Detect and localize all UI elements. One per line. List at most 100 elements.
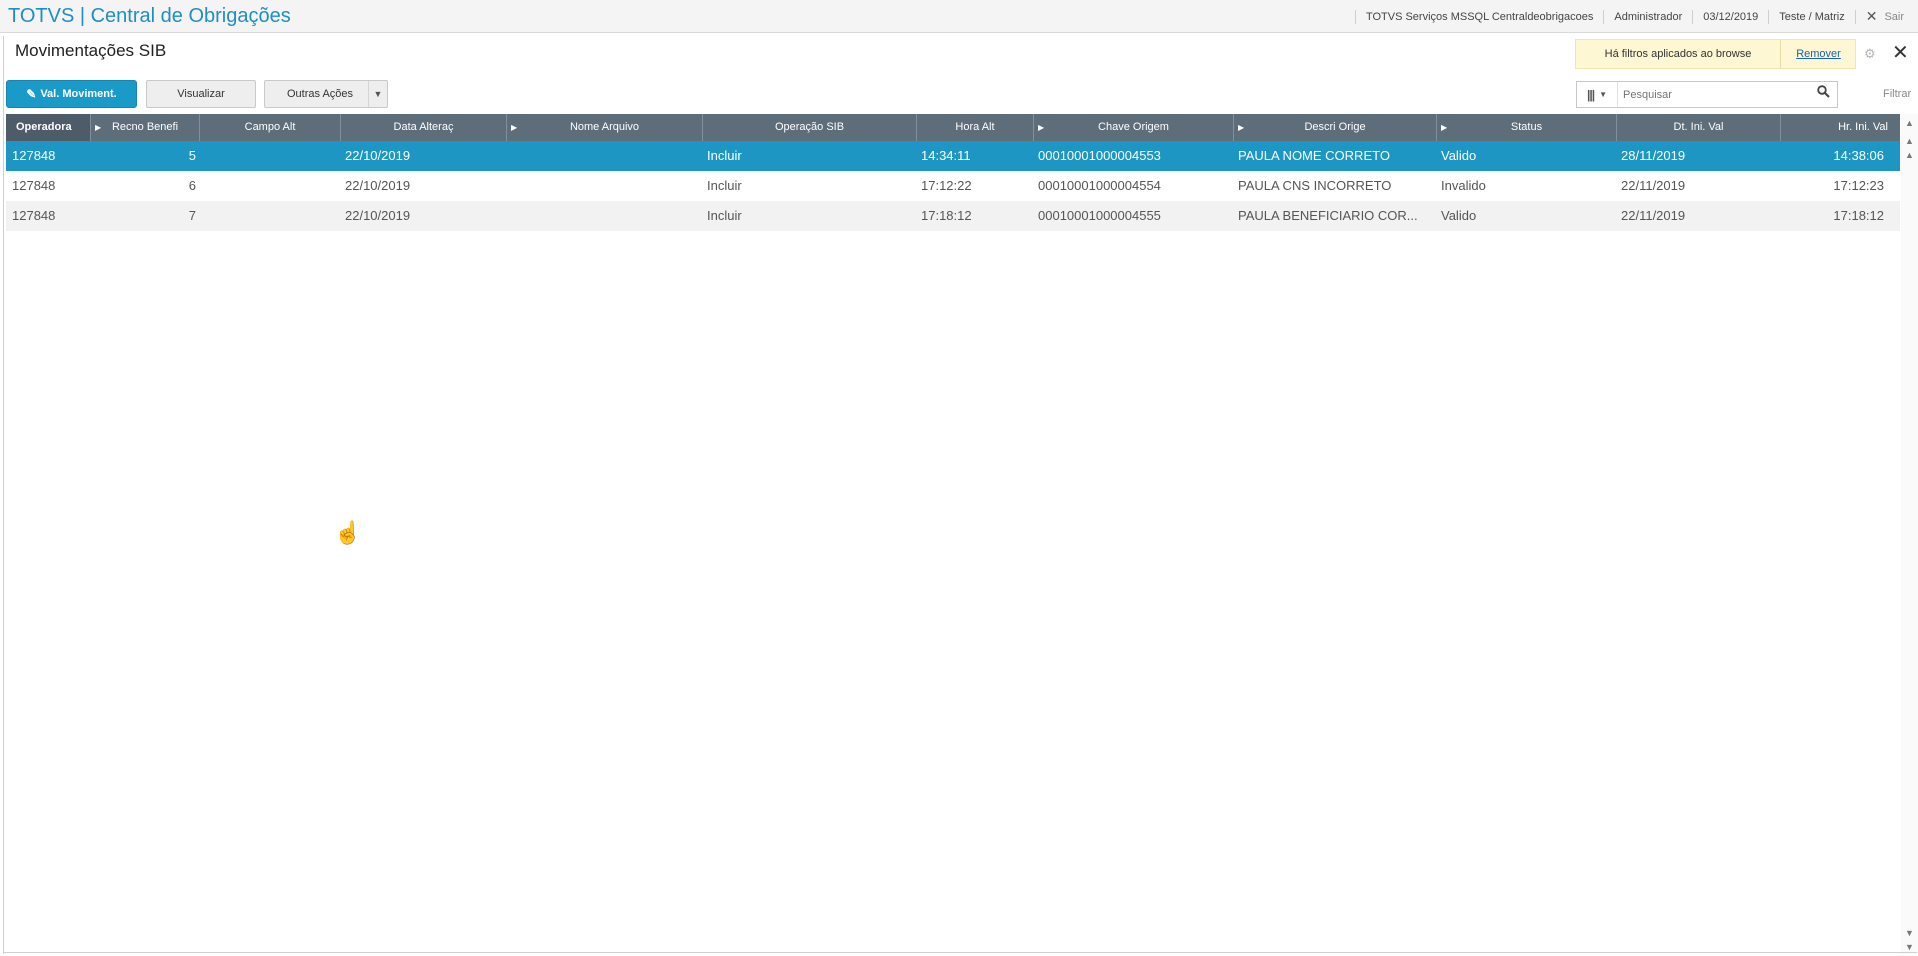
- cell-status: Valido: [1441, 148, 1477, 163]
- view-button[interactable]: Visualizar: [146, 80, 256, 108]
- cell-recno-benefi: 5: [188, 148, 196, 163]
- chevron-down-icon[interactable]: ▼: [368, 81, 387, 107]
- cell-operadora: 127848: [12, 178, 56, 193]
- cell-descri-orige: PAULA CNS INCORRETO: [1238, 178, 1392, 193]
- cell-hr-ini-val: 17:18:12: [1833, 208, 1884, 223]
- chevron-down-icon: ▼: [1599, 90, 1607, 99]
- table-row[interactable]: 127848 7 22/10/2019 Incluir 17:18:12 000…: [6, 201, 1900, 231]
- cell-operacao-sib: Incluir: [707, 208, 742, 223]
- table-row[interactable]: 127848 6 22/10/2019 Incluir 17:12:22 000…: [6, 171, 1900, 201]
- validate-movements-button[interactable]: ✎ Val. Moviment.: [6, 80, 137, 108]
- cell-recno-benefi: 7: [188, 208, 196, 223]
- column-header-hora-alt[interactable]: Hora Alt: [917, 114, 1034, 141]
- filter-button[interactable]: Filtrar: [1883, 88, 1911, 100]
- cell-data-alteracao: 22/10/2019: [345, 178, 411, 193]
- column-selector[interactable]: ||| ▼: [1577, 82, 1618, 107]
- company-label[interactable]: Teste / Matriz: [1779, 11, 1844, 23]
- exit-label: Sair: [1884, 10, 1904, 23]
- cell-operadora: 127848: [12, 148, 56, 163]
- column-header-descri-orige[interactable]: ▶ Descri Orige: [1234, 114, 1437, 141]
- column-header-status[interactable]: ▶ Status: [1437, 114, 1617, 141]
- column-header-data-alteracao[interactable]: Data Alteraç: [341, 114, 507, 141]
- column-header-label: Status: [1510, 121, 1543, 133]
- cell-operacao-sib: Incluir: [707, 148, 742, 163]
- close-icon: ✕: [1892, 42, 1909, 64]
- cell-data-alteracao: 22/10/2019: [345, 208, 411, 223]
- cell-hora-alt: 17:18:12: [921, 208, 972, 223]
- cell-data-alteracao: 22/10/2019: [345, 148, 411, 163]
- cell-campo-alt: [200, 141, 341, 171]
- user-label: Administrador: [1614, 10, 1683, 23]
- cell-hora-alt: 14:34:11: [921, 148, 971, 163]
- column-header-campo-alt[interactable]: Campo Alt: [200, 114, 341, 141]
- cell-operacao-sib: Incluir: [707, 178, 742, 193]
- column-header-label: Nome Arquivo: [569, 121, 640, 133]
- column-header-operacao-sib[interactable]: Operação SIB: [703, 114, 917, 141]
- grid-header: Operadora ▶ Recno Benefi Campo Alt Data A…: [6, 114, 1900, 141]
- cell-nome-arquivo: [507, 171, 703, 201]
- cell-campo-alt: [200, 171, 341, 201]
- other-actions-button[interactable]: Outras Ações ▼: [264, 80, 388, 108]
- columns-icon: |||: [1587, 87, 1595, 102]
- divider: [1692, 9, 1694, 24]
- filter-notice: Há filtros aplicados ao browse Remover: [1575, 39, 1856, 69]
- cell-dt-ini-val: 22/11/2019: [1621, 208, 1686, 223]
- scroll-bottom-icon[interactable]: ▼: [1901, 942, 1918, 952]
- cell-dt-ini-val: 28/11/2019: [1621, 148, 1686, 163]
- cell-descri-orige: PAULA NOME CORRETO: [1238, 148, 1390, 163]
- page-title: Movimentações SIB: [15, 41, 167, 60]
- other-actions-label: Outras Ações: [287, 88, 354, 100]
- app-title: TOTVS | Central de Obrigações: [8, 5, 291, 27]
- cell-status: Valido: [1441, 208, 1477, 223]
- column-header-label: Descri Orige: [1304, 121, 1366, 133]
- cell-chave-origem: 00010001000004553: [1038, 148, 1161, 163]
- table-row[interactable]: 127848 5 22/10/2019 Incluir 14:34:11 000…: [6, 141, 1900, 171]
- top-bar: TOTVS | Central de Obrigações TOTVS Serv…: [0, 0, 1918, 33]
- column-header-label: Chave Origem: [1098, 121, 1169, 133]
- cell-hr-ini-val: 14:38:06: [1833, 148, 1884, 163]
- scroll-down-icon[interactable]: ▼: [1901, 928, 1918, 938]
- cell-chave-origem: 00010001000004554: [1038, 178, 1161, 193]
- cell-operadora: 127848: [12, 208, 56, 223]
- remove-filter-link[interactable]: Remover: [1780, 40, 1857, 68]
- close-window-button[interactable]: ✕: [1892, 40, 1909, 65]
- view-label: Visualizar: [177, 88, 225, 100]
- column-header-nome-arquivo[interactable]: ▶ Nome Arquivo: [507, 114, 703, 141]
- cell-hora-alt: 17:12:22: [921, 178, 972, 193]
- search-input[interactable]: [1621, 87, 1815, 102]
- cell-nome-arquivo: [507, 201, 703, 231]
- expand-arrow-icon: ▶: [1441, 123, 1448, 132]
- column-header-chave-origem[interactable]: ▶ Chave Origem: [1034, 114, 1234, 141]
- scroll-up-icon[interactable]: ▲: [1901, 150, 1918, 160]
- data-grid: Operadora ▶ Recno Benefi Campo Alt Data A…: [6, 114, 1900, 231]
- cell-status: Invalido: [1441, 178, 1486, 193]
- divider: [1854, 9, 1856, 24]
- scroll-top-icon[interactable]: ▲: [1901, 118, 1918, 128]
- vertical-scrollbar[interactable]: ▲ ▲ ▲ ▼ ▼: [1901, 114, 1918, 954]
- column-header-operadora[interactable]: Operadora: [6, 114, 91, 141]
- cell-recno-benefi: 6: [188, 178, 196, 193]
- divider: [1603, 9, 1605, 24]
- cell-dt-ini-val: 22/11/2019: [1621, 178, 1686, 193]
- expand-arrow-icon: ▶: [511, 123, 518, 132]
- validate-movements-label: Val. Moviment.: [40, 88, 117, 100]
- column-header-dt-ini-val[interactable]: Dt. Ini. Val: [1617, 114, 1781, 141]
- search-icon[interactable]: [1817, 85, 1830, 103]
- exit-button[interactable]: ✕ Sair: [1866, 8, 1904, 25]
- scroll-page-up-icon[interactable]: ▲: [1901, 136, 1918, 146]
- divider: [1354, 9, 1356, 24]
- date-label: 03/12/2019: [1703, 10, 1759, 23]
- expand-arrow-icon: ▶: [1238, 123, 1245, 132]
- session-info: TOTVS Serviços MSSQL Centraldeobrigacoes…: [1345, 0, 1904, 33]
- expand-arrow-icon: ▶: [95, 123, 102, 132]
- divider: [3, 952, 1917, 953]
- divider: [1768, 9, 1770, 24]
- filter-notice-text: Há filtros aplicados ao browse: [1576, 40, 1781, 68]
- cell-campo-alt: [200, 201, 341, 231]
- column-header-hr-ini-val[interactable]: Hr. Ini. Val: [1781, 114, 1900, 141]
- expand-arrow-icon: ▶: [1038, 123, 1045, 132]
- cell-chave-origem: 00010001000004555: [1038, 208, 1161, 223]
- column-header-recno-benefi[interactable]: ▶ Recno Benefi: [91, 114, 200, 141]
- close-icon: ✕: [1865, 8, 1878, 24]
- gear-icon[interactable]: ⚙: [1864, 46, 1876, 62]
